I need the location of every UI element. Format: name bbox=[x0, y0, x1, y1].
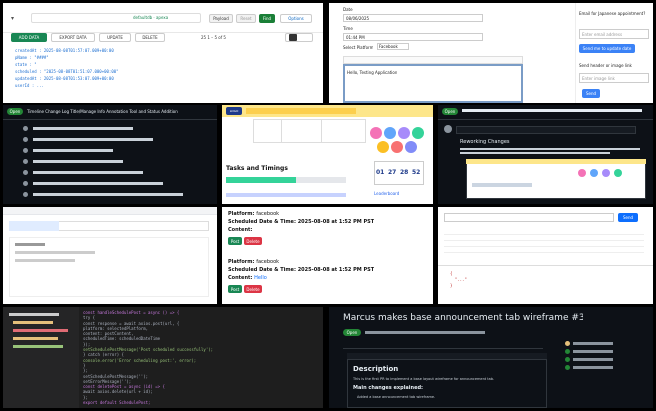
list-item bbox=[23, 180, 203, 191]
update-button[interactable]: UPDATE bbox=[99, 33, 131, 42]
tile-github-timeline: Open Timeline Change Log Title/Manage In… bbox=[3, 105, 217, 204]
editor-toolbar[interactable] bbox=[343, 56, 523, 64]
field-row: userId : ... bbox=[15, 83, 44, 88]
field-row: updatedAt : 2025-08-08T01:53:07.009+00:0… bbox=[15, 76, 114, 81]
code-line: export default SchedulePost; bbox=[83, 400, 151, 406]
post-card: Platform: facebook Scheduled Date & Time… bbox=[228, 211, 428, 255]
send-button[interactable]: Send bbox=[618, 213, 638, 222]
params-table bbox=[444, 229, 644, 253]
comment-title: Reworking Changes bbox=[460, 139, 510, 145]
pr-header: Timeline Change Log Title/Manage Info An… bbox=[27, 109, 178, 114]
delete-button[interactable]: Delete bbox=[244, 237, 262, 245]
leaderboard-link[interactable]: Leaderboard bbox=[374, 191, 399, 196]
tile-scheduled-posts: Platform: facebook Scheduled Date & Time… bbox=[222, 207, 433, 304]
tile-api-client: Send { "..."} bbox=[438, 207, 653, 304]
tile-code-editor: const handleSchedulePost = async () => {… bbox=[3, 307, 323, 408]
tile-schedule-form: Date 08/06/2025 Time 01:44 PM Select Pla… bbox=[329, 3, 653, 103]
database-name: defaultdb · apexa bbox=[133, 15, 169, 20]
response-body: { "..."} bbox=[450, 271, 467, 288]
timer-digit: 01 bbox=[376, 169, 385, 176]
list-item bbox=[23, 136, 203, 147]
list-item bbox=[23, 169, 203, 180]
scheduled-datetime: Scheduled Date & Time: 2025-08-08 at 1:5… bbox=[228, 219, 375, 225]
post-button[interactable]: Post bbox=[228, 237, 242, 245]
timer-digit: 27 bbox=[388, 169, 397, 176]
options-button[interactable]: Options bbox=[280, 14, 312, 23]
timeline-list bbox=[23, 125, 203, 202]
field-row: scheduled : "2025-08-08T01:51:07.000+00:… bbox=[15, 69, 119, 74]
email-title: Email for Japanese appointment? bbox=[579, 11, 646, 16]
platform-label: Select Platform bbox=[343, 45, 374, 50]
avatar-grid bbox=[370, 127, 382, 139]
date-label: Date bbox=[343, 7, 353, 12]
open-badge: Open bbox=[7, 108, 23, 115]
post-button[interactable]: Post bbox=[228, 285, 242, 293]
bullet: Added a base announcement tab wireframe. bbox=[357, 395, 436, 399]
tile-dashboard: LOGO Tasks and Timings 01 27 28 52 Leade… bbox=[222, 105, 433, 204]
timer-digit: 28 bbox=[400, 169, 409, 176]
image-title: Send header or image link bbox=[579, 63, 632, 68]
tile-table-page bbox=[3, 207, 217, 304]
platform-label: Platform: facebook bbox=[228, 259, 280, 265]
tile-github-pr: Marcus makes base announcement tab wiref… bbox=[329, 307, 653, 408]
url-input[interactable] bbox=[444, 213, 614, 222]
list-item bbox=[23, 125, 203, 136]
image-send-button[interactable]: Send bbox=[582, 89, 600, 98]
platform-label: Platform: facebook bbox=[228, 211, 280, 217]
find-button[interactable]: Find bbox=[259, 14, 275, 23]
scheduled-datetime: Scheduled Date & Time: 2025-08-08 at 1:5… bbox=[228, 267, 375, 273]
tile-database-viewer: ▾ defaultdb · apexa Payload Reset Find O… bbox=[3, 3, 323, 103]
content-card bbox=[9, 237, 209, 297]
logo: LOGO bbox=[226, 107, 242, 115]
field-row: createdAt : 2025-08-08T01:57:07.009+00:0… bbox=[15, 48, 114, 53]
timer-digit: 52 bbox=[412, 169, 421, 176]
delete-button[interactable]: Delete bbox=[244, 285, 262, 293]
main-changes-heading: Main changes explained: bbox=[353, 385, 424, 391]
tile-github-comment: Open Reworking Changes bbox=[438, 105, 653, 204]
list-item bbox=[23, 158, 203, 169]
content-label: Content: bbox=[228, 227, 253, 233]
content-label: Content: Hello bbox=[228, 275, 267, 281]
send-update-button[interactable]: Send me to update date bbox=[579, 44, 635, 53]
content-text: Hello, Testing Application bbox=[347, 70, 398, 75]
embedded-screenshot bbox=[466, 159, 646, 199]
export-data-button[interactable]: EXPORT DATA bbox=[51, 33, 95, 42]
document-fields: createdAt : 2025-08-08T01:57:07.009+00:0… bbox=[15, 48, 265, 90]
add-data-button[interactable]: ADD DATA bbox=[11, 33, 47, 42]
list-item bbox=[23, 147, 203, 158]
side-panel bbox=[575, 3, 653, 103]
description-text: This is the first PR to implement a base… bbox=[353, 377, 495, 381]
delete-button[interactable]: DELETE bbox=[135, 33, 165, 42]
post-card: Platform: facebook Scheduled Date & Time… bbox=[228, 259, 428, 303]
response-divider bbox=[438, 265, 653, 266]
description-heading: Description bbox=[353, 365, 399, 373]
list-item bbox=[23, 191, 203, 202]
footer-links[interactable] bbox=[226, 193, 346, 197]
reset-button[interactable]: Reset bbox=[236, 14, 256, 23]
pr-title: Marcus makes base announcement tab wiref… bbox=[343, 313, 583, 323]
payload-button[interactable]: Payload bbox=[209, 14, 233, 23]
field-row: pName : "####" bbox=[15, 55, 49, 60]
avatar bbox=[444, 125, 452, 133]
pagination-text: 25 1 – 5 of 5 bbox=[201, 35, 226, 40]
code-area[interactable]: const handleSchedulePost = async () => {… bbox=[83, 310, 319, 405]
filter-icon[interactable]: ▾ bbox=[11, 15, 21, 21]
tasks-title: Tasks and Timings bbox=[226, 165, 288, 172]
open-badge: Open bbox=[343, 329, 361, 336]
pr-tabs[interactable] bbox=[343, 341, 543, 349]
time-label: Time bbox=[343, 26, 353, 31]
field-row: state : " bbox=[15, 62, 37, 67]
